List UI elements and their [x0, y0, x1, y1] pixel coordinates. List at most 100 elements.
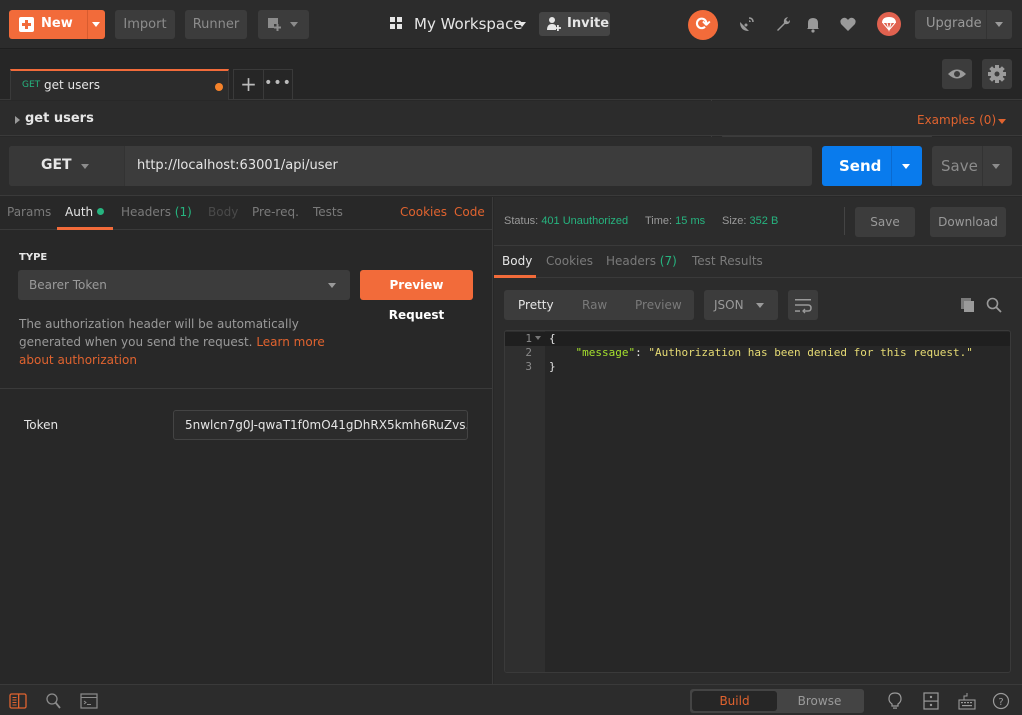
view-raw[interactable]: Raw	[582, 298, 607, 312]
top-header: New Import Runner My Workspace Invite ⟳	[0, 0, 1022, 49]
method-select[interactable]: GET	[9, 146, 125, 186]
examples-link[interactable]: Examples (0)	[917, 113, 996, 127]
find-icon[interactable]	[45, 692, 63, 710]
save-button[interactable]: Save	[932, 146, 1012, 186]
auth-active-dot	[97, 208, 105, 215]
auth-description: The authorization header will be automat…	[19, 315, 359, 369]
tab-headers[interactable]: Headers (1)	[121, 205, 192, 219]
new-label: New	[41, 16, 73, 31]
fold-caret-icon[interactable]	[535, 336, 541, 340]
chevron-down-icon	[290, 22, 298, 27]
url-input[interactable]: http://localhost:63001/api/user	[137, 158, 797, 173]
preview-request-button[interactable]: Preview Request	[360, 270, 473, 322]
save-response-button[interactable]: Save	[855, 207, 915, 237]
browse-mode-button[interactable]: Browse	[777, 691, 862, 711]
add-tab-button[interactable]: +	[233, 69, 264, 100]
examples-dropdown-icon[interactable]	[998, 119, 1006, 124]
upgrade-button[interactable]: Upgrade	[915, 10, 1012, 39]
line-number: 1	[525, 332, 532, 345]
bootcamp-lightbulb-icon[interactable]	[886, 692, 904, 710]
download-button[interactable]: Download	[930, 207, 1006, 237]
size-stat: Size: 352 B	[722, 215, 778, 227]
import-button[interactable]: Import	[115, 10, 175, 39]
tab-test-results[interactable]: Test Results	[692, 254, 763, 268]
chevron-down-icon	[756, 303, 764, 308]
search-icon[interactable]	[986, 297, 1002, 313]
tab-name: get users	[44, 78, 100, 92]
send-button[interactable]: Send	[822, 146, 922, 186]
tab-body[interactable]: Body	[208, 205, 238, 219]
code-link[interactable]: Code	[454, 205, 485, 219]
tab-params[interactable]: Params	[7, 205, 51, 219]
request-name-row: get users Examples (0)	[0, 101, 1022, 136]
line-gutter	[505, 331, 545, 672]
two-pane-view-icon[interactable]	[922, 692, 940, 710]
heart-icon[interactable]	[838, 14, 858, 34]
environment-quick-look-button[interactable]	[942, 59, 972, 89]
active-tab-indicator	[57, 227, 113, 230]
url-box: GET http://localhost:63001/api/user	[9, 146, 812, 186]
send-label: Send	[839, 157, 882, 175]
workspace-title[interactable]: My Workspace	[414, 15, 523, 33]
plus-icon	[19, 17, 34, 32]
gear-icon	[988, 65, 1006, 83]
help-icon[interactable]: ?	[992, 692, 1010, 710]
tab-response-headers[interactable]: Headers (7)	[606, 254, 677, 268]
status-value[interactable]: 401 Unauthorized	[541, 215, 628, 227]
more-tabs-button[interactable]: •••	[263, 69, 293, 100]
token-input[interactable]: 5nwlcn7g0J-qwaT1f0mO41gDhRX5kmh6RuZvs...	[173, 410, 468, 440]
sync-icon[interactable]: ⟳	[688, 10, 718, 40]
size-value[interactable]: 352 B	[750, 215, 779, 227]
parachute-icon	[882, 17, 896, 32]
save-dropdown-icon[interactable]	[992, 164, 1000, 169]
time-value[interactable]: 15 ms	[675, 215, 705, 227]
bell-icon[interactable]	[803, 14, 823, 34]
tab-headers-label: Headers	[121, 205, 171, 219]
request-tab[interactable]: GET get users	[10, 69, 229, 100]
new-window-button[interactable]	[258, 10, 309, 39]
satellite-icon[interactable]	[737, 14, 757, 34]
sidebar-toggle-icon[interactable]	[9, 692, 27, 710]
divider	[87, 10, 88, 39]
auth-type-select[interactable]: Bearer Token	[18, 270, 350, 300]
wrench-icon[interactable]	[773, 14, 793, 34]
expand-caret-icon[interactable]	[15, 116, 20, 124]
unsaved-indicator	[215, 83, 223, 91]
request-title[interactable]: get users	[25, 111, 94, 126]
user-avatar[interactable]	[877, 12, 901, 36]
copy-icon[interactable]	[960, 297, 976, 313]
tab-response-cookies[interactable]: Cookies	[546, 254, 593, 268]
manage-environments-button[interactable]	[982, 59, 1012, 89]
headers-count: (1)	[174, 205, 192, 219]
keyboard-shortcuts-icon[interactable]	[958, 692, 976, 710]
build-mode-button[interactable]: Build	[692, 691, 777, 711]
new-button[interactable]: New	[9, 10, 105, 39]
wrap-lines-button[interactable]	[788, 290, 818, 320]
tab-response-body[interactable]: Body	[502, 254, 532, 268]
cookies-link[interactable]: Cookies	[400, 205, 447, 219]
divider	[844, 207, 845, 235]
workspace-dropdown-icon[interactable]	[518, 22, 526, 27]
upgrade-dropdown-icon[interactable]	[995, 22, 1003, 27]
build-browse-toggle: Build Browse	[690, 689, 864, 713]
auth-type-value: Bearer Token	[29, 278, 107, 292]
time-label: Time:	[645, 215, 673, 227]
tab-tests[interactable]: Tests	[313, 205, 343, 219]
tab-method: GET	[22, 80, 41, 90]
tab-auth[interactable]: Auth	[65, 205, 105, 219]
format-select[interactable]: JSON	[704, 290, 778, 320]
response-body-editor[interactable]: 1 { 2 "message": "Authorization has been…	[504, 330, 1011, 673]
active-tab-indicator	[494, 275, 536, 278]
response-tabs: Body Cookies Headers (7) Test Results	[494, 246, 1022, 278]
invite-button[interactable]: Invite	[539, 12, 610, 36]
divider	[0, 388, 493, 389]
tab-prereq[interactable]: Pre-req.	[252, 205, 299, 219]
new-dropdown-caret-icon[interactable]	[92, 22, 100, 27]
view-preview[interactable]: Preview	[635, 298, 682, 312]
send-dropdown-icon[interactable]	[902, 164, 910, 169]
tab-auth-label: Auth	[65, 205, 94, 219]
runner-button[interactable]: Runner	[185, 10, 247, 39]
console-icon[interactable]	[80, 692, 98, 710]
view-pretty[interactable]: Pretty	[518, 298, 554, 312]
request-tabs: Params Auth Headers (1) Body Pre-req. Te…	[0, 197, 493, 230]
